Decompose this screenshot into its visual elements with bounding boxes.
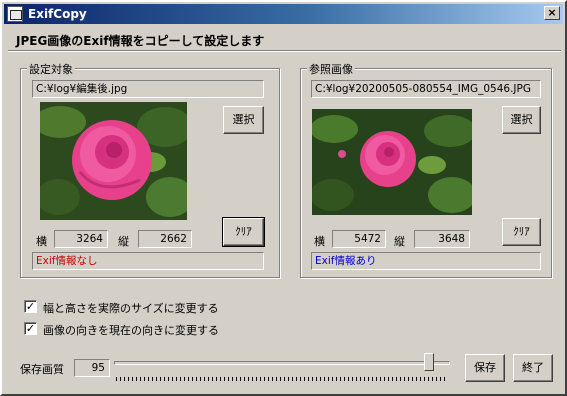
save-button[interactable]: 保存 xyxy=(465,354,505,382)
quality-slider-ticks xyxy=(116,377,448,381)
reference-select-button[interactable]: 選択 xyxy=(502,106,541,134)
target-width-value: 3264 xyxy=(54,230,108,248)
target-group-title: 設定対象 xyxy=(27,61,75,77)
target-clear-button[interactable]: ｸﾘｱ xyxy=(222,217,265,247)
reference-group-title: 参照画像 xyxy=(307,61,355,77)
app-window: ExifCopy × JPEG画像のExif情報をコピーして設定します 設定対象… xyxy=(0,0,567,396)
reference-image-preview xyxy=(312,109,472,215)
option-orientation-checkbox[interactable]: ✓ xyxy=(24,322,37,335)
option-resize-label[interactable]: 幅と高さを実際のサイズに変更する xyxy=(43,300,219,316)
quality-slider-track[interactable] xyxy=(114,361,450,365)
page-heading: JPEG画像のExif情報をコピーして設定します xyxy=(16,34,265,48)
window-title: ExifCopy xyxy=(28,7,87,21)
close-button[interactable]: × xyxy=(544,6,560,20)
divider xyxy=(8,50,561,52)
option-orientation-label[interactable]: 画像の向きを現在の向きに変更する xyxy=(43,322,219,338)
target-width-label: 横 xyxy=(36,235,47,248)
target-image-preview xyxy=(40,102,187,220)
rose-photo-reference xyxy=(312,109,472,215)
target-height-value: 2662 xyxy=(138,230,192,248)
reference-height-label: 縦 xyxy=(394,235,405,248)
exit-button[interactable]: 終了 xyxy=(513,354,553,382)
rose-photo-target xyxy=(40,102,187,220)
reference-clear-button[interactable]: ｸﾘｱ xyxy=(502,218,541,246)
app-icon xyxy=(7,6,23,22)
reference-path-field[interactable]: C:¥log¥20200505-080554_IMG_0546.JPG xyxy=(311,80,541,98)
target-height-label: 縦 xyxy=(118,235,129,248)
option-resize-checkbox[interactable]: ✓ xyxy=(24,300,37,313)
quality-slider-thumb[interactable] xyxy=(423,353,434,371)
reference-width-label: 横 xyxy=(314,235,325,248)
quality-label: 保存画質 xyxy=(20,363,64,376)
reference-exif-status: Exif情報あり xyxy=(311,252,541,270)
reference-height-value: 3648 xyxy=(414,230,470,248)
reference-width-value: 5472 xyxy=(332,230,386,248)
quality-value: 95 xyxy=(74,359,110,377)
target-select-button[interactable]: 選択 xyxy=(223,106,264,134)
target-path-field[interactable]: C:¥log¥編集後.jpg xyxy=(32,80,264,98)
target-exif-status: Exif情報なし xyxy=(32,252,264,270)
title-bar[interactable]: ExifCopy × xyxy=(4,4,563,24)
